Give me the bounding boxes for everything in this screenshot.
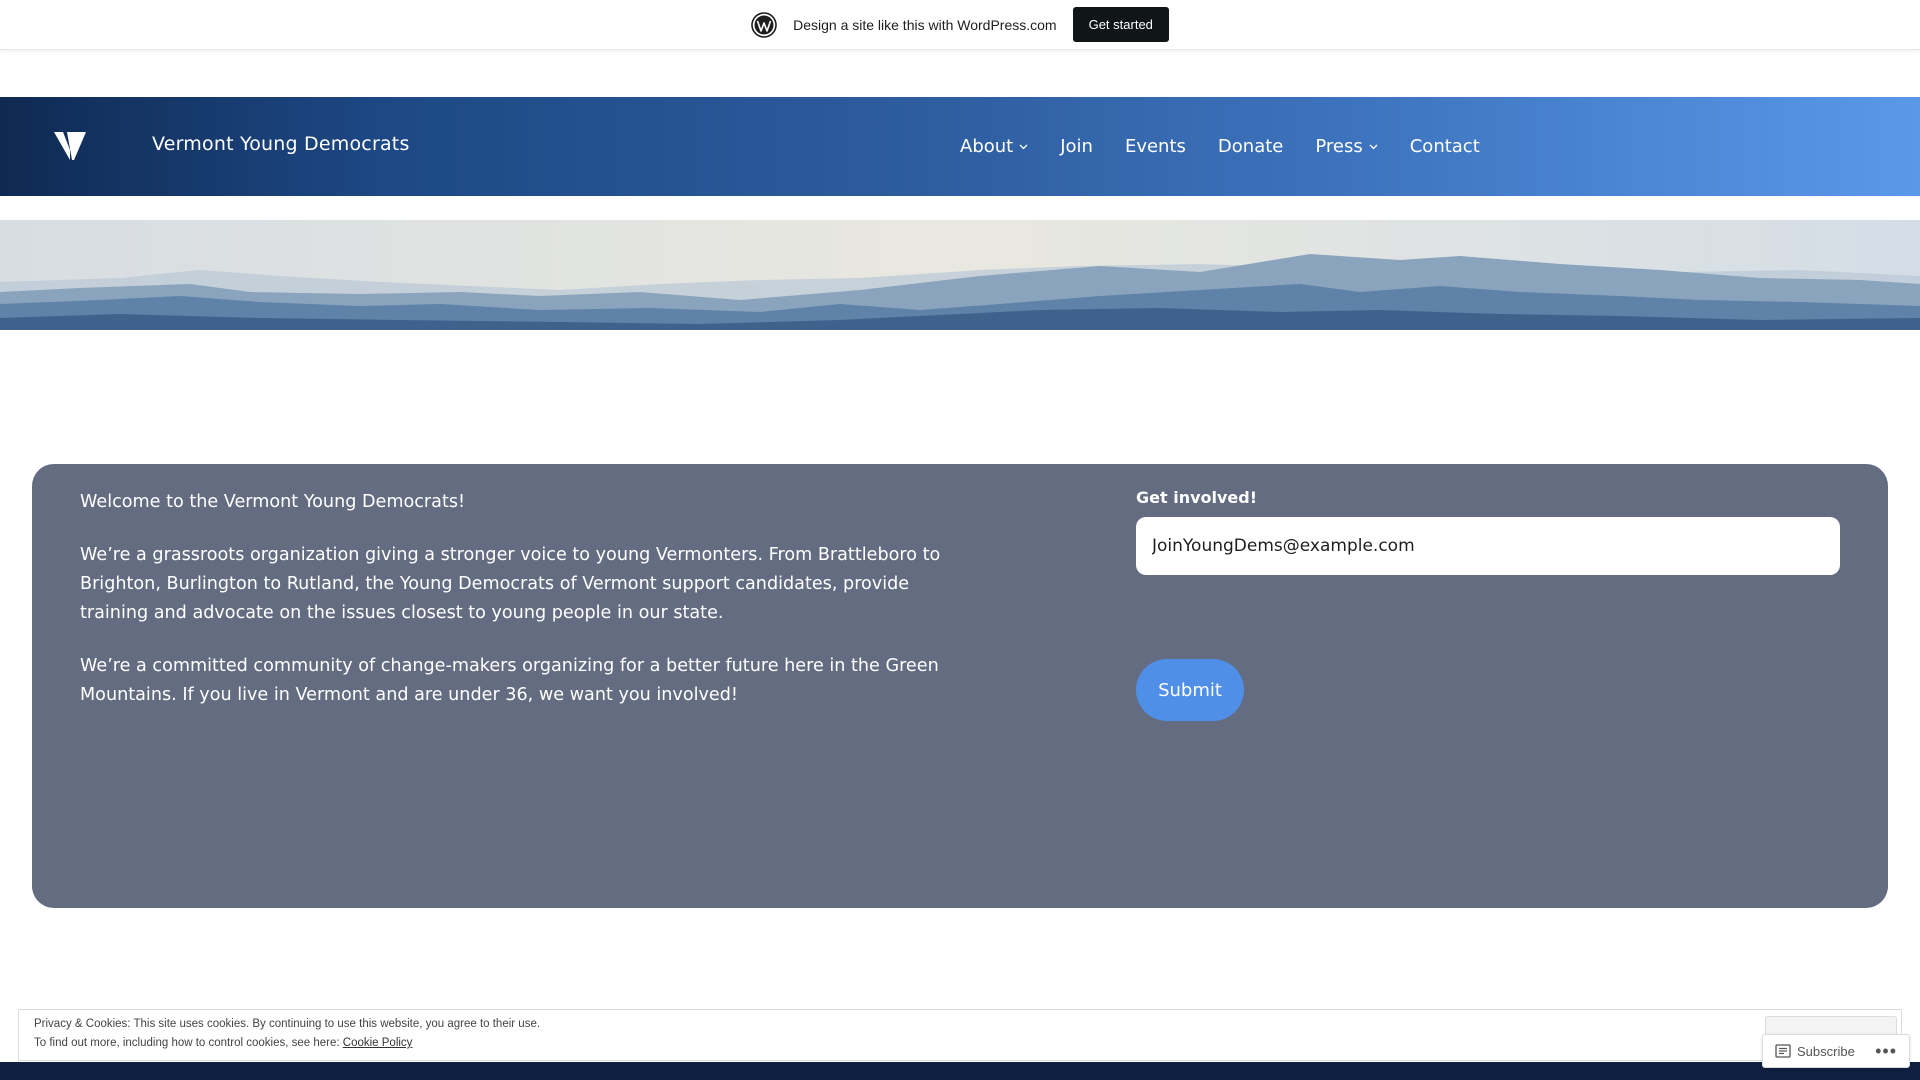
nav-item-label: Press xyxy=(1315,136,1363,157)
nav-item-join[interactable]: Join xyxy=(1060,136,1093,157)
cookie-policy-link[interactable]: Cookie Policy xyxy=(343,1037,413,1049)
cookie-notice-text: Privacy & Cookies: This site uses cookie… xyxy=(34,1018,541,1030)
nav-item-label: Join xyxy=(1060,136,1093,157)
email-field[interactable] xyxy=(1136,517,1840,575)
cookie-banner: Privacy & Cookies: This site uses cookie… xyxy=(18,1009,1902,1061)
cookie-policy-prefix: To find out more, including how to contr… xyxy=(34,1037,343,1049)
site-logo-icon[interactable] xyxy=(54,132,86,160)
nav-item-press[interactable]: Press xyxy=(1315,136,1378,157)
nav-item-label: Events xyxy=(1124,136,1186,157)
subscribe-widget: Subscribe ••• xyxy=(1762,1034,1910,1068)
reader-icon xyxy=(1775,1044,1791,1058)
more-options-icon[interactable]: ••• xyxy=(1875,1042,1897,1060)
email-field-label: Get involved! xyxy=(1136,488,1258,507)
site-title[interactable]: Vermont Young Democrats xyxy=(152,133,410,155)
about-paragraph: We’re a grassroots organization giving a… xyxy=(80,545,941,623)
nav-item-about[interactable]: About xyxy=(960,136,1028,157)
mountain-banner-image xyxy=(0,220,1920,330)
intro-text: Welcome to the Vermont Young Democrats! … xyxy=(80,488,970,734)
nav-item-label: About xyxy=(960,136,1014,157)
chevron-down-icon xyxy=(1019,144,1028,150)
welcome-paragraph: Welcome to the Vermont Young Democrats! xyxy=(80,492,466,512)
nav-item-label: Contact xyxy=(1409,136,1480,157)
wordpress-promo-text: Design a site like this with WordPress.c… xyxy=(793,16,1057,33)
nav-item-contact[interactable]: Contact xyxy=(1410,136,1480,157)
content-card: Welcome to the Vermont Young Democrats! … xyxy=(32,464,1888,908)
nav-item-events[interactable]: Events xyxy=(1125,136,1186,157)
chevron-down-icon xyxy=(1369,144,1378,150)
signup-form: Get involved! Submit xyxy=(1136,488,1840,721)
community-paragraph: We’re a committed community of change-ma… xyxy=(80,656,939,705)
cookie-policy-line: To find out more, including how to contr… xyxy=(34,1037,412,1049)
site-header: Vermont Young Democrats About Join Event… xyxy=(0,97,1920,196)
main-nav: About Join Events Donate Press Contact xyxy=(960,97,1480,196)
get-started-button[interactable]: Get started xyxy=(1072,7,1169,42)
nav-item-donate[interactable]: Donate xyxy=(1218,136,1283,157)
wordpress-promo-bar: Design a site like this with WordPress.c… xyxy=(0,0,1920,50)
submit-button[interactable]: Submit xyxy=(1136,659,1244,721)
wordpress-logo-icon xyxy=(751,11,777,38)
nav-item-label: Donate xyxy=(1217,136,1284,157)
subscribe-button[interactable]: Subscribe xyxy=(1797,1044,1855,1059)
footer-strip xyxy=(0,1062,1920,1080)
